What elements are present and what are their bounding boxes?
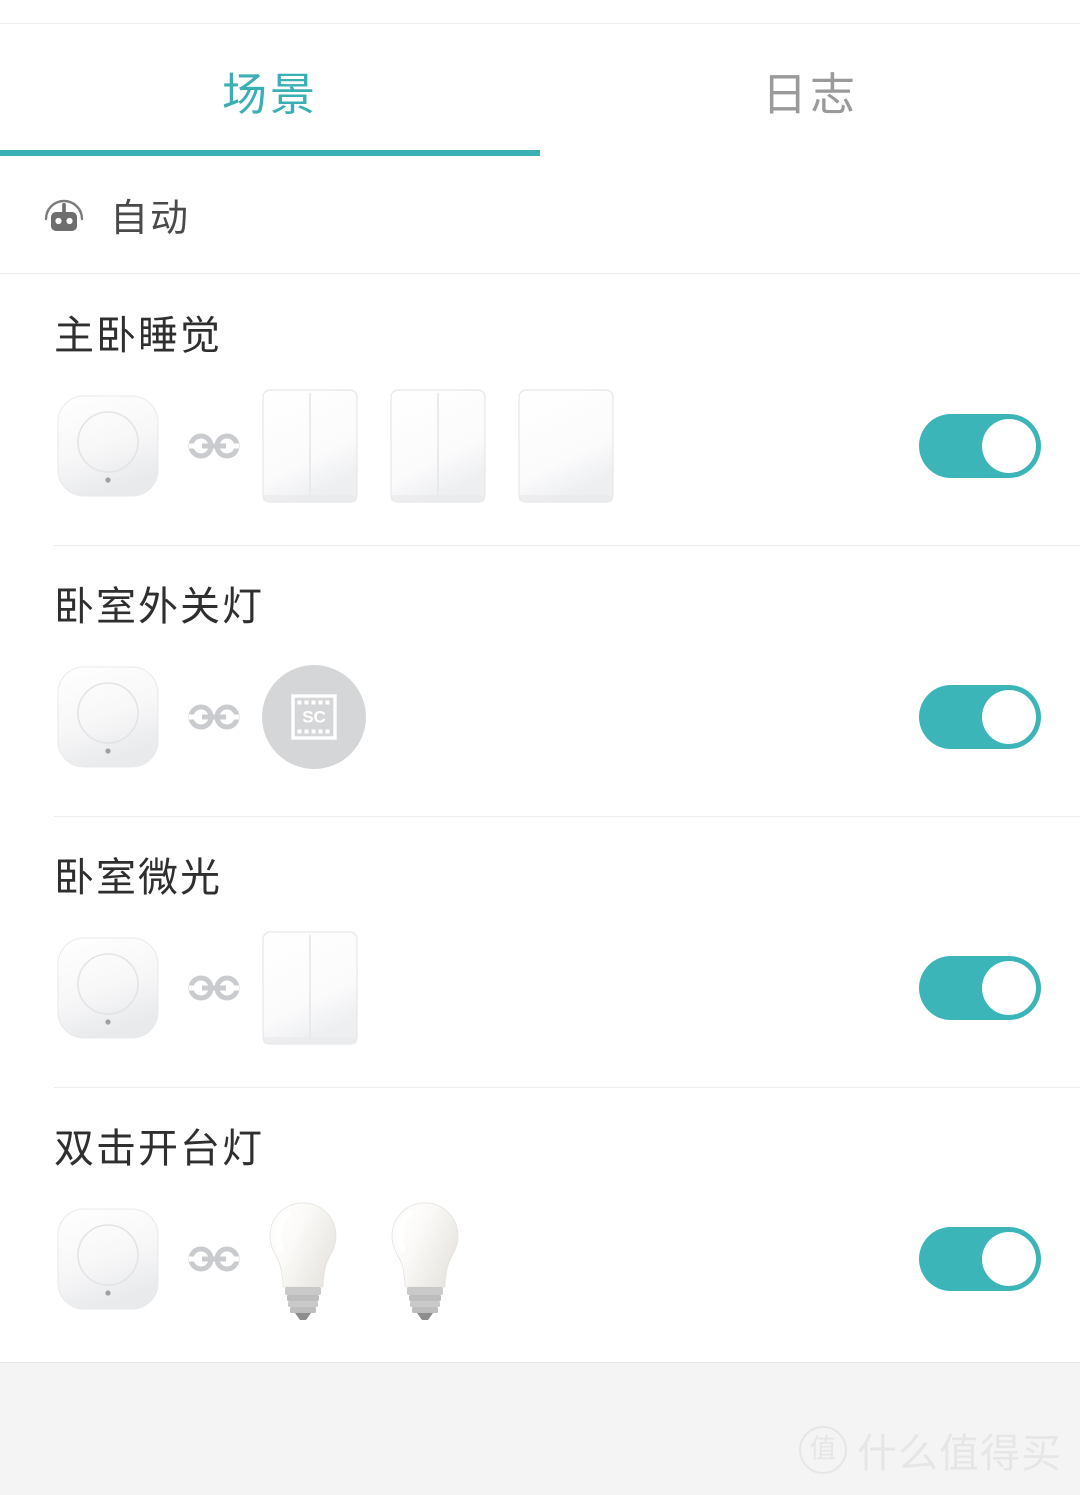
watermark-badge: 值 xyxy=(799,1426,847,1474)
toggle-cell xyxy=(880,685,1080,749)
scene-enable-toggle[interactable] xyxy=(919,956,1041,1020)
footer-area: 值 什么值得买 xyxy=(0,1362,1080,1495)
tab-active-underline xyxy=(0,150,540,156)
link-icon xyxy=(188,704,240,730)
device-strip xyxy=(54,1197,880,1321)
scene-icon-label: SC xyxy=(302,708,326,727)
light-bulb-icon xyxy=(269,1202,337,1320)
switch-single-rocker-icon xyxy=(518,389,614,503)
scene-enable-toggle[interactable] xyxy=(919,685,1041,749)
watermark: 值 什么值得买 xyxy=(799,1421,1062,1479)
app-root: 场景 日志 自动 主卧睡觉 卧室外关灯 SC 卧室微光 双击开台灯 值 什么值得… xyxy=(0,0,1080,1495)
scene-device-row xyxy=(54,384,1080,508)
toggle-cell xyxy=(880,956,1080,1020)
scene-enable-toggle[interactable] xyxy=(919,1227,1041,1291)
scene-row[interactable]: 卧室微光 xyxy=(0,816,1080,1087)
scene-enable-toggle[interactable] xyxy=(919,414,1041,478)
toggle-knob xyxy=(982,419,1036,473)
scene-row[interactable]: 主卧睡觉 xyxy=(0,274,1080,545)
toggle-knob xyxy=(982,1232,1036,1286)
wireless-button-icon xyxy=(57,937,159,1039)
scene-title: 卧室微光 xyxy=(54,856,222,900)
section-header-automation: 自动 xyxy=(0,156,1080,274)
device-strip xyxy=(54,387,880,505)
scene-device-row: SC xyxy=(54,655,1080,779)
scene-device-row xyxy=(54,1197,1080,1321)
tab-log-label: 日志 xyxy=(761,68,858,120)
link-icon xyxy=(188,1246,240,1272)
device-strip xyxy=(54,929,880,1047)
scene-title: 双击开台灯 xyxy=(54,1127,264,1171)
light-bulb-icon xyxy=(391,1202,459,1320)
link-icon xyxy=(188,975,240,1001)
scene-sc-icon: SC xyxy=(262,665,366,769)
device-strip: SC xyxy=(54,663,880,771)
tab-scene[interactable]: 场景 xyxy=(0,24,540,156)
wireless-button-icon xyxy=(57,666,159,768)
scene-row[interactable]: 卧室外关灯 SC xyxy=(0,545,1080,816)
scene-device-row xyxy=(54,926,1080,1050)
scene-row[interactable]: 双击开台灯 xyxy=(0,1087,1080,1358)
scene-title: 主卧睡觉 xyxy=(54,314,222,358)
tab-scene-label: 场景 xyxy=(221,68,318,120)
scene-list: 主卧睡觉 卧室外关灯 SC 卧室微光 双击开台灯 xyxy=(0,274,1080,1362)
tab-bar: 场景 日志 xyxy=(0,24,1080,156)
tab-log[interactable]: 日志 xyxy=(540,24,1080,156)
toggle-cell xyxy=(880,414,1080,478)
toggle-cell xyxy=(880,1227,1080,1291)
wireless-button-icon xyxy=(57,395,159,497)
switch-double-rocker-icon xyxy=(390,389,486,503)
wireless-button-icon xyxy=(57,1208,159,1310)
top-divider xyxy=(0,0,1080,24)
switch-double-rocker-icon xyxy=(262,931,358,1045)
watermark-text: 什么值得买 xyxy=(857,1432,1062,1476)
section-title: 自动 xyxy=(110,198,191,240)
toggle-knob xyxy=(982,690,1036,744)
scene-title: 卧室外关灯 xyxy=(54,585,264,629)
switch-double-rocker-icon xyxy=(262,389,358,503)
toggle-knob xyxy=(982,961,1036,1015)
robot-icon xyxy=(44,199,84,231)
link-icon xyxy=(188,433,240,459)
